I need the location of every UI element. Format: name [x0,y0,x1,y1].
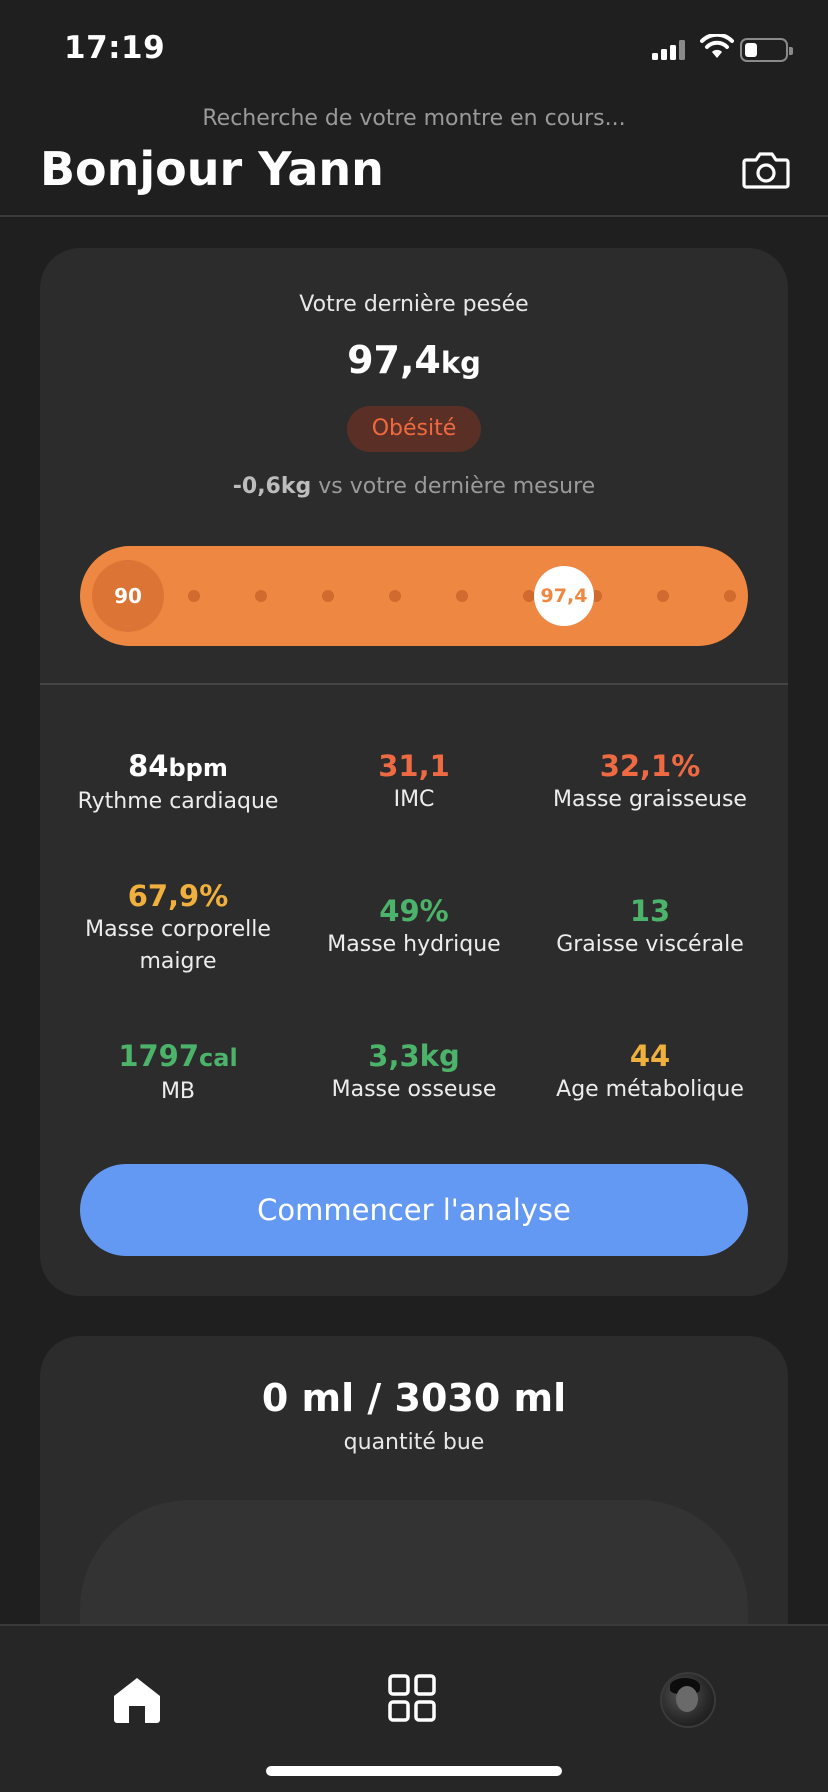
metric-value: 84bpm [60,748,296,786]
status-time: 17:19 [64,30,166,66]
metric-label: Masse corporelle maigre [85,917,271,974]
metric-label: Masse graisseuse [553,787,747,812]
wifi-icon [700,34,734,58]
watch-search-status: Recherche de votre montre en cours... [202,106,626,131]
metric-label: Age métabolique [556,1077,744,1102]
metric-value: 1797cal [60,1038,296,1076]
metric-visceral-fat: 13 Graisse viscérale [532,893,768,961]
status-badge: Obésité [347,406,481,452]
battery-icon [740,38,793,62]
scale-tick [255,590,267,602]
weight-delta-text: vs votre dernière mesure [311,474,596,499]
metric-value: 31,1 [296,748,532,784]
weight-number: 97,4 [347,338,441,382]
metric-value: 32,1% [532,748,768,784]
metric-number: 3,3kg [368,1039,460,1073]
metric-label: Graisse viscérale [556,932,744,957]
metric-number: 84 [128,749,169,783]
status-bar: 17:19 [0,0,828,100]
tab-profile[interactable] [636,1652,736,1732]
card-divider [40,683,788,685]
start-analysis-button[interactable]: Commencer l'analyse [80,1164,748,1256]
camera-icon[interactable] [742,150,790,190]
metric-value: 13 [532,893,768,929]
page-title: Bonjour Yann [40,142,384,196]
metric-label: Rythme cardiaque [77,789,279,814]
weight-unit: kg [440,346,481,380]
avatar [660,1672,716,1728]
metric-unit: cal [199,1044,238,1072]
metric-number: 32,1% [599,749,701,783]
weight-card: Votre dernière pesée 97,4kg Obésité -0,6… [40,248,788,1296]
cellular-signal-icon [652,40,688,60]
metric-label: Masse osseuse [331,1077,497,1102]
metric-value: 49% [296,893,532,929]
scale-tick [724,590,736,602]
metric-value: 67,9% [60,878,296,914]
metric-number: 31,1 [378,749,450,783]
last-weighing-label: Votre dernière pesée [299,292,529,317]
metric-lean-mass: 67,9% Masse corporelle maigre [60,878,296,978]
water-intake-label: quantité bue [343,1430,485,1455]
metric-number: 49% [379,894,449,928]
scale-tick [322,590,334,602]
home-icon [114,1678,160,1723]
metric-body-fat: 32,1% Masse graisseuse [532,748,768,816]
metric-number: 13 [629,894,671,928]
metric-label: Masse hydrique [327,932,501,957]
scale-tick [657,590,669,602]
weight-value: 97,4kg [40,338,788,382]
scale-tick [188,590,200,602]
grid-icon [388,1674,436,1722]
metric-metabolic-age: 44 Age métabolique [532,1038,768,1106]
tab-home[interactable] [88,1652,188,1732]
scale-current-marker[interactable]: 97,4 [534,566,594,626]
metric-water-mass: 49% Masse hydrique [296,893,532,961]
metric-number: 1797 [118,1039,200,1073]
metric-bmi: 31,1 IMC [296,748,532,816]
weight-scale-slider[interactable]: 90 97,4 [80,546,748,646]
metric-number: 67,9% [127,879,229,913]
water-intake-value: 0 ml / 3030 ml [261,1376,567,1420]
metric-bone-mass: 3,3kg Masse osseuse [296,1038,532,1106]
header-divider [0,215,828,217]
scale-tick [456,590,468,602]
metric-value: 3,3kg [296,1038,532,1074]
tab-dashboard[interactable] [362,1652,462,1732]
metric-heart-rate: 84bpm Rythme cardiaque [60,748,296,818]
home-indicator[interactable] [266,1766,562,1776]
metric-number: 44 [629,1039,671,1073]
weight-delta-value: -0,6kg [232,474,312,499]
metric-basal-metabolism: 1797cal MB [60,1038,296,1108]
metric-value: 44 [532,1038,768,1074]
scale-start-value: 90 [92,560,164,632]
metric-label: IMC [393,787,435,812]
metric-label: MB [160,1079,196,1104]
scale-tick [389,590,401,602]
metric-unit: bpm [168,754,228,782]
weight-delta: -0,6kg vs votre dernière mesure [40,474,788,499]
